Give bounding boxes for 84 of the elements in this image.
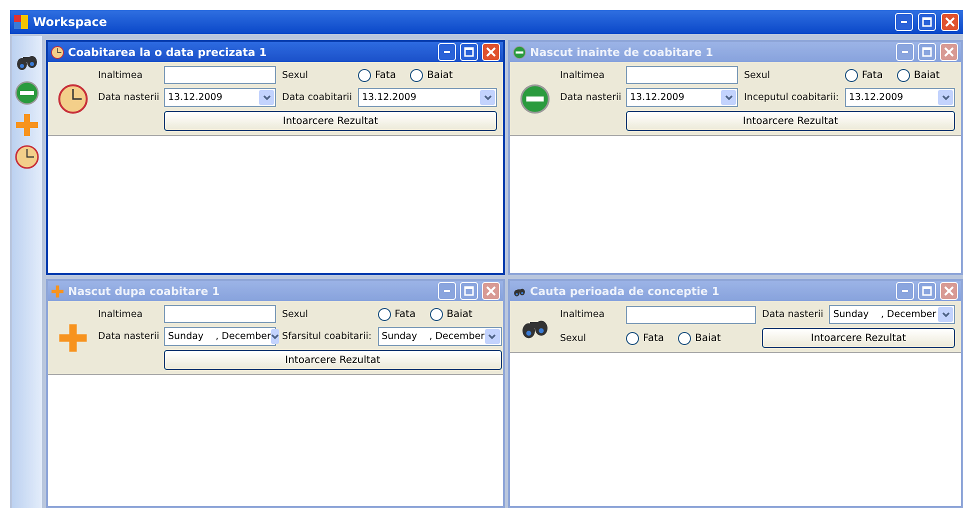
result-button[interactable]: Intoarcere Rezultat: [164, 350, 502, 370]
field-label: Inaltimea: [98, 308, 144, 320]
field-label: Sexul: [282, 70, 309, 80]
close-button[interactable]: [482, 43, 500, 61]
plus-icon: [51, 284, 64, 298]
radio-option[interactable]: Baiat: [678, 332, 721, 344]
maximize-button[interactable]: [460, 43, 478, 61]
radio-option[interactable]: Baiat: [430, 308, 472, 320]
close-icon: [945, 17, 955, 27]
input-field[interactable]: [626, 306, 756, 324]
date-picker[interactable]: Sunday , December: [164, 327, 276, 346]
field-label: Data nasterii: [560, 92, 620, 103]
maximize-icon: [922, 286, 932, 296]
no-entry-icon: [513, 46, 526, 58]
child-window-title: Cauta perioada de conceptie 1: [530, 284, 720, 298]
field-label: Sexul: [560, 332, 587, 344]
maximize-icon: [464, 286, 474, 296]
radio-option[interactable]: Fata: [358, 68, 396, 82]
plus-icon: [58, 322, 88, 352]
child-window-title: Nascut inainte de coabitare 1: [530, 46, 714, 58]
toolbar-button[interactable]: [14, 144, 40, 170]
clock-icon: [15, 145, 39, 169]
radio-option[interactable]: Fata: [378, 308, 416, 320]
input-field[interactable]: [164, 305, 276, 323]
maximize-button[interactable]: [918, 282, 936, 300]
minimize-icon: [901, 21, 907, 23]
minimize-icon: [902, 51, 908, 53]
minimize-button[interactable]: [896, 43, 914, 61]
window-title: Workspace: [33, 15, 108, 29]
field-label: Sfarsitul coabitarii:: [282, 331, 372, 342]
close-icon: [486, 286, 496, 296]
minimize-icon: [444, 290, 450, 292]
close-icon: [486, 47, 496, 57]
no-entry-icon: [520, 84, 550, 114]
maximize-button[interactable]: [918, 13, 936, 31]
close-icon: [944, 286, 954, 296]
minimize-icon: [902, 290, 908, 292]
close-icon: [944, 47, 954, 57]
field-label: Inaltimea: [560, 70, 606, 80]
clock-icon: [58, 84, 88, 114]
date-picker[interactable]: Sunday , December: [378, 327, 502, 346]
date-picker[interactable]: 13.12.2009: [358, 88, 497, 107]
field-label: Data coabitarii: [282, 92, 352, 103]
maximize-icon: [464, 47, 474, 57]
plus-icon: [15, 113, 39, 137]
close-button[interactable]: [482, 282, 500, 300]
result-button[interactable]: Intoarcere Rezultat: [164, 111, 497, 131]
field-label: Data nasterii: [762, 309, 824, 320]
close-button[interactable]: [941, 13, 959, 31]
minimize-button[interactable]: [438, 282, 456, 300]
field-label: Data nasterii: [98, 92, 158, 103]
child-window-title: Coabitarea la o data precizata 1: [68, 46, 268, 58]
result-button[interactable]: Intoarcere Rezultat: [762, 328, 955, 348]
field-label: Inaltimea: [560, 309, 606, 320]
child-window-title: Nascut dupa coabitare 1: [68, 284, 221, 298]
close-button[interactable]: [940, 282, 958, 300]
minimize-button[interactable]: [896, 282, 914, 300]
date-picker[interactable]: 13.12.2009: [164, 88, 276, 107]
radio-option[interactable]: Fata: [844, 68, 883, 82]
minimize-icon: [444, 51, 450, 53]
field-label: Data nasterii: [98, 331, 158, 342]
input-field[interactable]: [164, 66, 276, 84]
date-picker[interactable]: Sunday , December: [829, 305, 955, 324]
radio-option[interactable]: Fata: [626, 332, 664, 344]
maximize-button[interactable]: [918, 43, 936, 61]
date-picker[interactable]: 13.12.2009: [626, 88, 738, 107]
field-label: Inaltimea: [98, 70, 144, 80]
app-icon: [14, 15, 28, 29]
field-label: Sexul: [744, 70, 771, 80]
maximize-icon: [922, 17, 932, 27]
result-button[interactable]: Intoarcere Rezultat: [626, 111, 955, 131]
field-label: Inceputul coabitarii:: [744, 92, 839, 103]
input-field[interactable]: [626, 66, 738, 84]
date-picker[interactable]: 13.12.2009: [844, 88, 955, 107]
no-entry-icon: [15, 81, 39, 105]
radio-option[interactable]: Baiat: [410, 68, 453, 82]
clock-icon: [51, 46, 64, 58]
close-button[interactable]: [940, 43, 958, 61]
minimize-button[interactable]: [438, 43, 456, 61]
radio-option[interactable]: Baiat: [896, 68, 940, 82]
maximize-icon: [922, 47, 932, 57]
maximize-button[interactable]: [460, 282, 478, 300]
minimize-button[interactable]: [895, 13, 913, 31]
field-label: Sexul: [282, 308, 309, 320]
